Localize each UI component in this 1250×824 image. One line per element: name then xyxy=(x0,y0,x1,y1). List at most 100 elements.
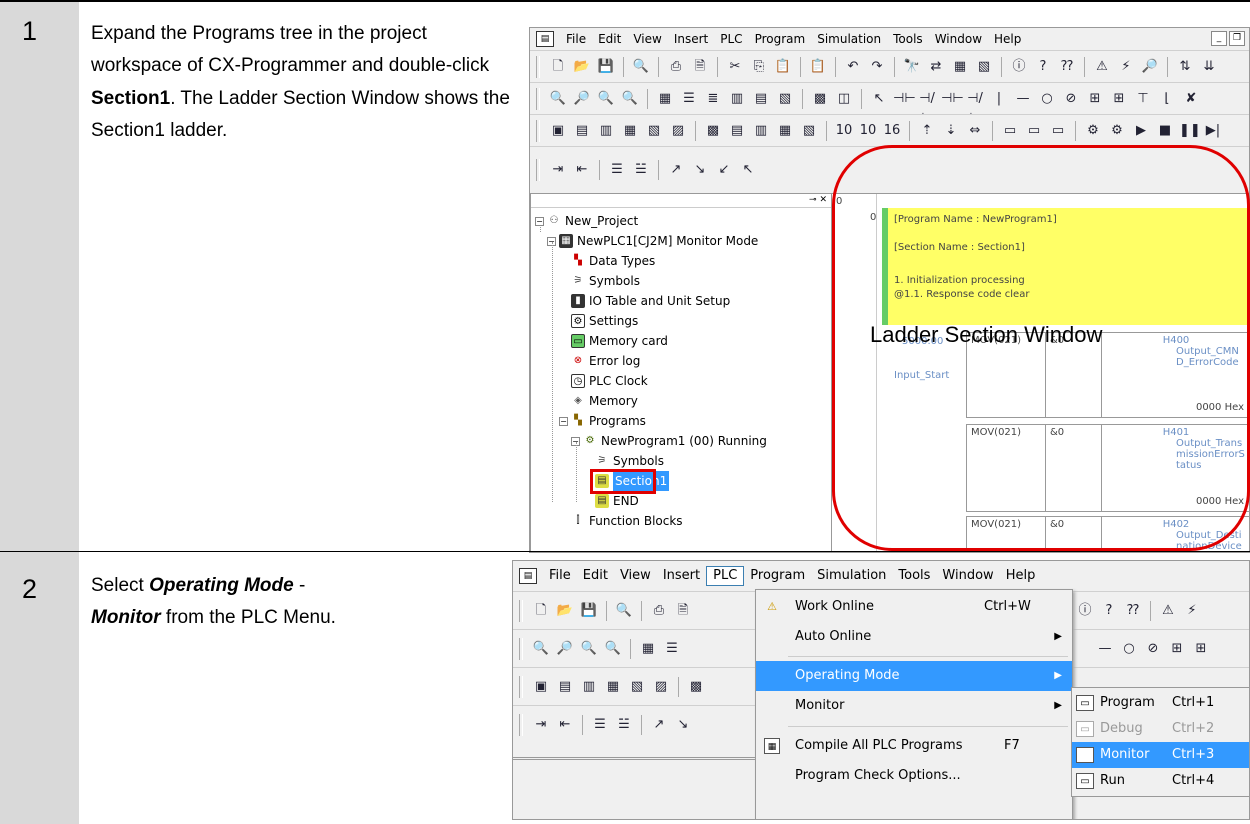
minimize-icon[interactable]: _ xyxy=(1211,31,1227,46)
context-help-icon[interactable]: ⁇ xyxy=(1123,601,1143,621)
tree-item-programs[interactable]: − ▚ Programs xyxy=(559,411,646,431)
bookmark-next-icon[interactable]: ↘ xyxy=(690,160,710,180)
io-icon[interactable]: ▧ xyxy=(627,677,647,697)
watch-icon[interactable]: ▤ xyxy=(751,89,771,109)
zoom-icon[interactable]: 🔍 xyxy=(620,89,640,109)
properties-icon[interactable]: ▨ xyxy=(668,121,688,141)
tree-item-error-log[interactable]: ⊗ Error log xyxy=(571,351,641,371)
mode-program-icon[interactable]: ▭ xyxy=(1000,121,1020,141)
comment-icon[interactable]: ☰ xyxy=(607,160,627,180)
zoom-fit-icon[interactable]: 🔎 xyxy=(572,89,592,109)
symbols-table-icon[interactable]: ▤ xyxy=(727,121,747,141)
redo-icon[interactable]: ↷ xyxy=(867,57,887,77)
menu-item-auto-online[interactable]: Auto Online ▶ xyxy=(756,622,1072,652)
compare-icon[interactable]: ⇔ xyxy=(965,121,985,141)
stop-icon[interactable]: ■ xyxy=(1155,121,1175,141)
instruction-alt-icon[interactable]: ⊞ xyxy=(1109,89,1129,109)
uncomment-icon[interactable]: ☱ xyxy=(631,160,651,180)
paste-special-icon[interactable]: 📋 xyxy=(808,57,828,77)
mode-run-icon[interactable]: ▭ xyxy=(1048,121,1068,141)
menu-item-compile-all[interactable]: ▦ Compile All PLC Programs F7 xyxy=(756,731,1072,761)
find-icon[interactable]: 🔭 xyxy=(902,57,922,77)
menu-help[interactable]: Help xyxy=(1000,567,1042,585)
tree-item-program-symbols[interactable]: ⚞ Symbols xyxy=(595,451,664,471)
menu-plc[interactable]: PLC xyxy=(706,566,745,586)
section-icon[interactable]: ▩ xyxy=(686,677,706,697)
print-preview-icon[interactable]: 🗎 xyxy=(673,601,693,621)
outdent-icon[interactable]: ⇤ xyxy=(572,160,592,180)
online-icon[interactable]: ⚡ xyxy=(1116,57,1136,77)
bookmark-prev-icon[interactable]: ↙ xyxy=(714,160,734,180)
print-icon[interactable]: ⎙ xyxy=(666,57,686,77)
help-icon[interactable]: ? xyxy=(1033,57,1053,77)
menu-program[interactable]: Program xyxy=(749,30,812,48)
transfer-icon[interactable]: ⇅ xyxy=(1175,57,1195,77)
menu-item-work-online[interactable]: ⚠ Work Online Ctrl+W xyxy=(756,592,1072,622)
download-prog-icon[interactable]: ⇣ xyxy=(941,121,961,141)
online-icon[interactable]: ⚡ xyxy=(1182,601,1202,621)
coil-icon[interactable]: ○ xyxy=(1119,639,1139,659)
comment-icon[interactable]: ☰ xyxy=(590,715,610,735)
print-icon[interactable]: ⎙ xyxy=(649,601,669,621)
delete-line-icon[interactable]: ✘ xyxy=(1181,89,1201,109)
toolbar-grip[interactable] xyxy=(519,637,523,660)
workspace-icon[interactable]: ▣ xyxy=(548,121,568,141)
menu-item-operating-mode[interactable]: Operating Mode ▶ xyxy=(756,661,1072,691)
undo-icon[interactable]: ↶ xyxy=(843,57,863,77)
list-icon[interactable]: ≣ xyxy=(703,89,723,109)
step-icon[interactable]: ▶| xyxy=(1203,121,1223,141)
coil-icon[interactable]: ○ xyxy=(1037,89,1057,109)
comments-icon[interactable]: ☰ xyxy=(662,639,682,659)
indent-icon[interactable]: ⇥ xyxy=(531,715,551,735)
bookmark-next-icon[interactable]: ↘ xyxy=(673,715,693,735)
sim-icon[interactable]: ⚙ xyxy=(1083,121,1103,141)
warning-icon[interactable]: ⚠ xyxy=(1092,57,1112,77)
zoom-out-icon[interactable]: 🔍 xyxy=(548,89,568,109)
tree-item-newprogram1[interactable]: − ⚙ NewProgram1 (00) Running xyxy=(571,431,767,451)
collapse-icon[interactable]: − xyxy=(535,216,544,226)
properties-icon[interactable]: ▨ xyxy=(651,677,671,697)
info-icon[interactable]: ⓘ xyxy=(1075,601,1095,621)
menu-insert[interactable]: Insert xyxy=(668,30,714,48)
bookmark-icon[interactable]: ↗ xyxy=(666,160,686,180)
output-icon[interactable]: ▤ xyxy=(572,121,592,141)
toolbar-grip[interactable] xyxy=(519,675,523,698)
uncomment-icon[interactable]: ☱ xyxy=(614,715,634,735)
open-icon[interactable]: 📂 xyxy=(572,57,592,77)
mode-monitor-icon[interactable]: ▭ xyxy=(1024,121,1044,141)
ct-icon[interactable]: ◫ xyxy=(834,89,854,109)
tree-item-settings[interactable]: ⚙ Settings xyxy=(571,311,638,331)
menu-window[interactable]: Window xyxy=(936,567,999,585)
tree-item-function-blocks[interactable]: ⫿ Function Blocks xyxy=(571,511,682,531)
grid-view-icon[interactable]: ▦ xyxy=(638,639,658,659)
workspace-icon[interactable]: ▣ xyxy=(531,677,551,697)
toolbar-grip[interactable] xyxy=(536,87,540,110)
menu-view[interactable]: View xyxy=(627,30,667,48)
tree-icon[interactable]: ▧ xyxy=(775,89,795,109)
sim2-icon[interactable]: ⚙ xyxy=(1107,121,1127,141)
section-icon[interactable]: ▩ xyxy=(703,121,723,141)
cross-ref-icon[interactable]: ▧ xyxy=(974,57,994,77)
play-icon[interactable]: ▶ xyxy=(1131,121,1151,141)
menu-insert[interactable]: Insert xyxy=(657,567,706,585)
menu-file[interactable]: File xyxy=(560,30,592,48)
grid-icon[interactable]: ▦ xyxy=(950,57,970,77)
submenu-item-debug[interactable]: ▭ Debug Ctrl+2 xyxy=(1072,716,1249,742)
line-icon[interactable]: ⌊ xyxy=(1157,89,1177,109)
cut-icon[interactable]: ✂ xyxy=(725,57,745,77)
instruction-icon[interactable]: ⊞ xyxy=(1167,639,1187,659)
zoom-fit-icon[interactable]: 🔎 xyxy=(555,639,575,659)
horizontal-line-icon[interactable]: — xyxy=(1095,639,1115,659)
tree-item-memory-card[interactable]: ▭ Memory card xyxy=(571,331,668,351)
select-icon[interactable]: ↖ xyxy=(869,89,889,109)
preview-icon[interactable]: 🔍 xyxy=(631,57,651,77)
zoom-out-icon[interactable]: 🔍 xyxy=(531,639,551,659)
preview-icon[interactable]: 🔍 xyxy=(614,601,634,621)
warning-icon[interactable]: ⚠ xyxy=(1158,601,1178,621)
new-icon[interactable]: 🗋 xyxy=(531,601,551,621)
download-icon[interactable]: ⇊ xyxy=(1199,57,1219,77)
monitor-binoculars-icon[interactable]: 🔎 xyxy=(1140,57,1160,77)
bookmark-clear-icon[interactable]: ↖ xyxy=(738,160,758,180)
submenu-item-monitor[interactable]: ▭ Monitor Ctrl+3 xyxy=(1072,742,1249,768)
context-help-icon[interactable]: ⁇ xyxy=(1057,57,1077,77)
